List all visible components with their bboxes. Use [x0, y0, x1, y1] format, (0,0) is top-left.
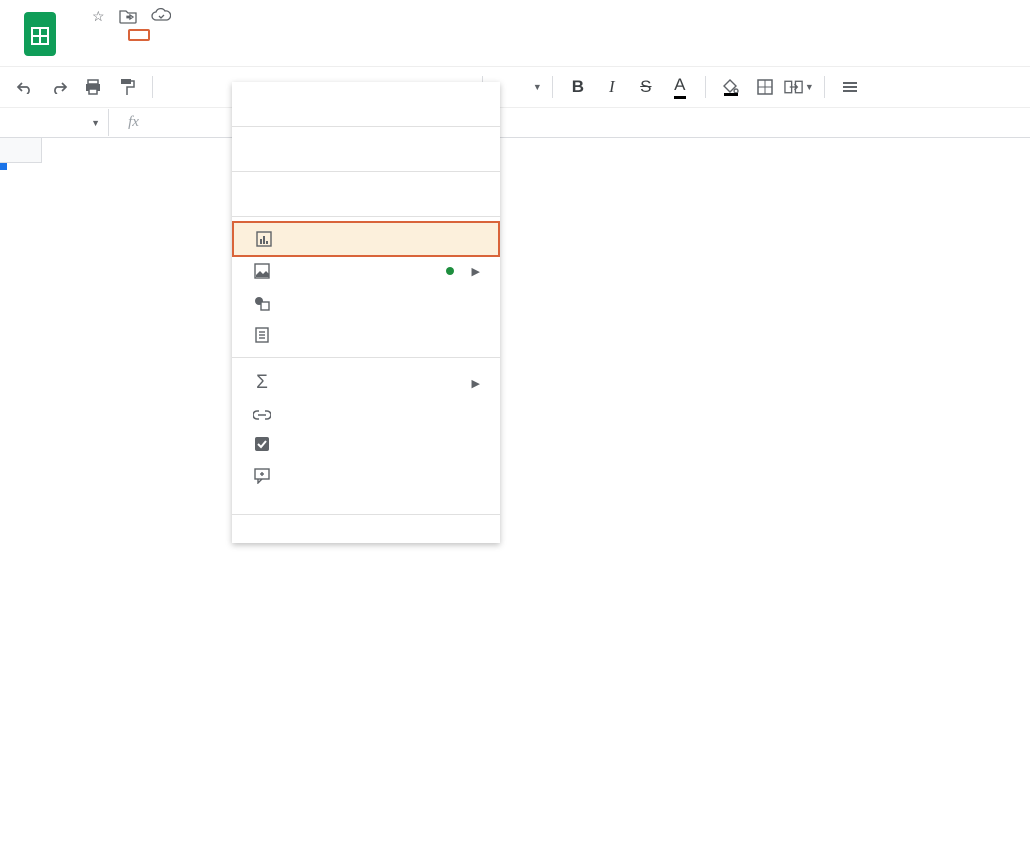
insert-cols-left[interactable]	[232, 133, 500, 149]
bold-button[interactable]: B	[563, 72, 593, 102]
insert-note[interactable]	[232, 492, 500, 508]
insert-drawing[interactable]	[232, 287, 500, 319]
insert-cells-down[interactable]	[232, 178, 500, 194]
comment-icon	[250, 468, 274, 484]
merge-button[interactable]: ▼	[784, 72, 814, 102]
insert-function[interactable]: Σ▶	[232, 364, 500, 402]
more-button[interactable]	[835, 72, 865, 102]
form-icon	[250, 327, 274, 343]
insert-link[interactable]	[232, 402, 500, 428]
select-all-corner[interactable]	[0, 138, 42, 163]
insert-chart[interactable]	[232, 221, 500, 257]
star-icon[interactable]: ☆	[92, 8, 105, 27]
chart-icon	[252, 231, 276, 247]
move-icon[interactable]	[119, 8, 137, 27]
drawing-icon	[250, 295, 274, 311]
strikethrough-button[interactable]: S	[631, 72, 661, 102]
menu-help[interactable]	[232, 31, 250, 39]
sheets-logo[interactable]	[20, 8, 60, 60]
insert-dropdown: ▶ Σ▶	[232, 82, 500, 543]
menu-format[interactable]	[152, 31, 170, 39]
paint-format-button[interactable]	[112, 72, 142, 102]
link-icon	[250, 410, 274, 420]
image-icon	[250, 263, 274, 279]
insert-cols-right[interactable]	[232, 149, 500, 165]
menu-edit[interactable]	[88, 31, 106, 39]
submenu-arrow-icon: ▶	[472, 377, 480, 390]
cloud-icon[interactable]	[151, 8, 171, 27]
fx-icon: fx	[108, 109, 158, 136]
submenu-arrow-icon: ▶	[472, 265, 480, 278]
insert-comment[interactable]	[232, 460, 500, 492]
menu-addons[interactable]	[212, 31, 230, 39]
new-dot-icon	[446, 267, 454, 275]
function-icon: Σ	[250, 372, 274, 394]
fill-color-button[interactable]	[716, 72, 746, 102]
chevron-down-icon[interactable]: ▼	[533, 82, 542, 92]
menu-insert[interactable]	[128, 29, 150, 41]
checkbox-icon	[250, 436, 274, 452]
insert-form[interactable]	[232, 319, 500, 351]
name-box[interactable]: ▼	[0, 118, 108, 128]
insert-cells-right[interactable]	[232, 194, 500, 210]
insert-rows-above[interactable]	[232, 88, 500, 104]
menu-tools[interactable]	[192, 31, 210, 39]
redo-button[interactable]	[44, 72, 74, 102]
insert-image[interactable]: ▶	[232, 255, 500, 287]
insert-rows-below[interactable]	[232, 104, 500, 120]
print-button[interactable]	[78, 72, 108, 102]
doc-title[interactable]	[68, 16, 80, 20]
undo-button[interactable]	[10, 72, 40, 102]
insert-checkbox[interactable]	[232, 428, 500, 460]
borders-button[interactable]	[750, 72, 780, 102]
menu-file[interactable]	[68, 31, 86, 39]
text-color-button[interactable]: A	[665, 72, 695, 102]
italic-button[interactable]: I	[597, 72, 627, 102]
menu-data[interactable]	[172, 31, 190, 39]
toolbar: ▼ ▼ B I S A ▼	[0, 66, 1030, 108]
insert-new-sheet[interactable]	[232, 521, 500, 537]
spreadsheet-grid[interactable]	[0, 138, 1030, 163]
menu-view[interactable]	[108, 31, 126, 39]
